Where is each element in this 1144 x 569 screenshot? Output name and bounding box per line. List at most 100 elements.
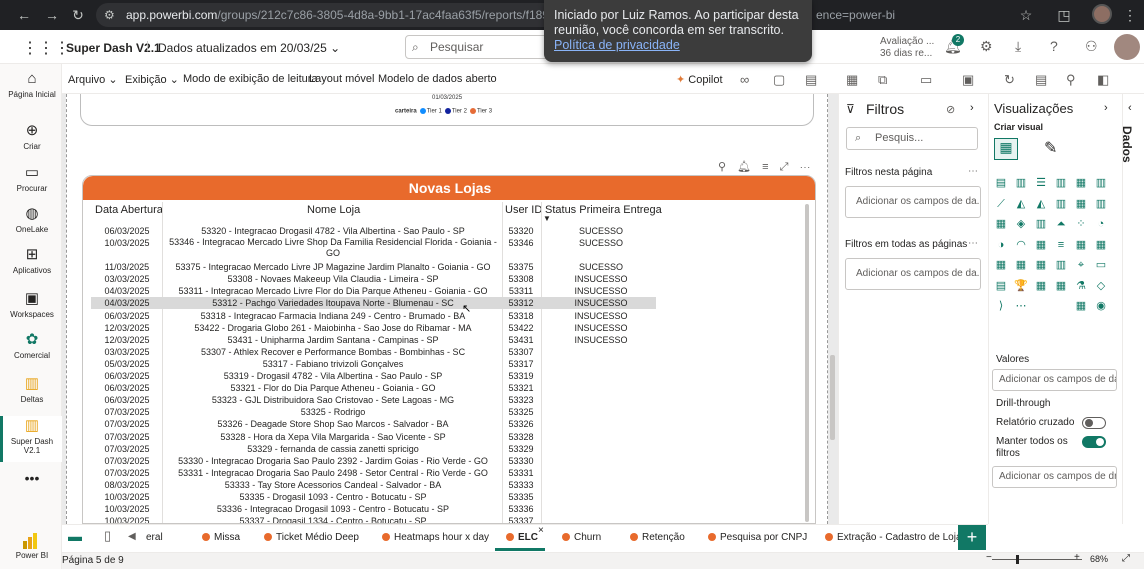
binoculars-icon[interactable]: ∞	[740, 72, 749, 87]
table-row[interactable]: 04/03/2025 53311 - Integracao Mercado Liv…	[91, 285, 656, 297]
rail-comercial[interactable]: ✿ Comercial	[4, 331, 60, 360]
visual-type-icon[interactable]: ◑	[994, 239, 1008, 251]
table-row[interactable]: 07/03/2025 53325 - Rodrigo 53325	[91, 406, 656, 418]
table-row[interactable]: 06/03/2025 53319 - Drogasil 4782 - Vila A…	[91, 370, 656, 382]
privacy-policy-link[interactable]: Política de privacidade	[554, 38, 680, 52]
back-icon[interactable]: ←	[14, 5, 34, 25]
visual-copy-icon[interactable]: ⧉	[878, 72, 887, 88]
visual-type-icon[interactable]: ☰	[1034, 177, 1048, 189]
visual-type-icon[interactable]: ◉	[1094, 300, 1108, 312]
page-tab[interactable]: Churn	[562, 532, 601, 543]
pin-icon[interactable]: ⚲	[1066, 72, 1076, 88]
table-row[interactable]: 07/03/2025 53331 - Integracao Drogaria Sa…	[91, 467, 656, 479]
rail-deltas[interactable]: ▥ Deltas	[4, 375, 60, 404]
table-row[interactable]: 06/03/2025 53320 - Integracao Drogasil 47…	[91, 225, 656, 237]
bookmark-icon[interactable]: ▦	[846, 72, 858, 88]
visual-type-icon[interactable]: ⚗	[1074, 280, 1088, 292]
visual-type-icon[interactable]: 🏆	[1014, 280, 1028, 292]
visual-type-icon[interactable]: ⟩	[994, 300, 1008, 312]
page-tab[interactable]: Ticket Médio Deep	[264, 532, 359, 543]
visual-type-icon[interactable]: ▦	[994, 218, 1008, 230]
site-info-icon[interactable]: ⚙	[104, 3, 115, 27]
rail-browse[interactable]: ▭ Procurar	[4, 164, 60, 193]
rail-more-icon[interactable]: •••	[4, 471, 60, 485]
visual-type-icon[interactable]: ▦	[1094, 239, 1108, 251]
bookmark-star-icon[interactable]: ☆	[1016, 5, 1036, 25]
table-row[interactable]: 10/03/2025 53346 - Integracao Mercado Liv…	[91, 237, 656, 261]
visual-type-icon[interactable]: ▥	[1054, 177, 1068, 189]
table-row[interactable]: 06/03/2025 53323 - GJL Distribuidora Sao …	[91, 394, 656, 406]
visual-type-icon[interactable]: ▥	[1014, 177, 1028, 189]
table-row[interactable]: 07/03/2025 53329 - fernanda de cassia zan…	[91, 443, 656, 455]
zoom-slider-thumb[interactable]	[1016, 555, 1019, 564]
settings-gear-icon[interactable]: ⚙	[980, 38, 993, 55]
table-row[interactable]: 10/03/2025 53336 - Integracao Drogasil 10…	[91, 503, 656, 515]
filters-search-input[interactable]: ⌕ Pesquis...	[846, 127, 978, 150]
reload-icon[interactable]: ↻	[68, 5, 88, 25]
format-visual-icon[interactable]: ✎	[1044, 138, 1057, 158]
novas-lojas-table-visual[interactable]: Novas Lojas Data Abertura Nome Loja User…	[82, 175, 816, 524]
table-row[interactable]: 06/03/2025 53321 - Flor do Dia Parque Ath…	[91, 382, 656, 394]
table-row[interactable]: 05/03/2025 53317 - Fabiano trivizoli Gonç…	[91, 358, 656, 370]
visual-type-icon[interactable]: ⏶	[1054, 218, 1068, 230]
share-feedback-icon[interactable]: ⚇	[1085, 38, 1098, 55]
table-row[interactable]: 12/03/2025 53422 - Drogaria Globo 261 - M…	[91, 322, 656, 334]
table-row[interactable]: 06/03/2025 53318 - Integracao Farmacia In…	[91, 310, 656, 322]
focus-mode-icon[interactable]: ⤢	[780, 161, 789, 173]
visual-type-icon[interactable]: ≡	[1054, 239, 1068, 251]
table-scrollbar[interactable]	[805, 204, 809, 522]
canvas-scrollbar[interactable]	[830, 355, 835, 440]
visual-type-icon[interactable]: ▥	[1094, 198, 1108, 210]
present-icon[interactable]: ▭	[920, 72, 932, 88]
visual-type-icon[interactable]: ▦	[1074, 177, 1088, 189]
pin-visual-icon[interactable]: ⚲	[718, 161, 726, 173]
page-tab[interactable]: Missa	[202, 532, 240, 543]
rail-super-dash[interactable]: ▥ Super Dash V2.1	[4, 417, 60, 455]
visual-type-icon[interactable]: ▭	[1094, 259, 1108, 271]
hide-filters-icon[interactable]: ⊘	[946, 103, 955, 116]
visual-type-icon[interactable]: ⟋	[994, 198, 1008, 210]
visual-type-icon[interactable]: ▦	[1034, 239, 1048, 251]
table-row[interactable]: 03/03/2025 53307 - Athlex Recover e Perfo…	[91, 346, 656, 358]
data-pane-label[interactable]: Dados	[1120, 126, 1134, 163]
table-row[interactable]: 07/03/2025 53328 - Hora da Xepa Vila Marg…	[91, 431, 656, 443]
visual-type-icon[interactable]: ▦	[1074, 198, 1088, 210]
table-row[interactable]: 10/03/2025 53337 - Drogasil 1334 - Centro…	[91, 515, 656, 523]
data-updated-dropdown[interactable]: Dados atualizados em 20/03/25 ⌄	[158, 41, 340, 55]
forward-icon[interactable]: →	[42, 5, 62, 25]
mobile-view-icon[interactable]: ▯	[104, 528, 111, 544]
tabs-scroll-left-icon[interactable]: ◀	[128, 531, 136, 542]
column-header[interactable]: Nome Loja	[307, 204, 360, 216]
visual-type-icon[interactable]: ▤	[994, 280, 1008, 292]
browser-menu-icon[interactable]: ⋮	[1120, 5, 1140, 25]
build-visual-icon[interactable]: ▦	[994, 138, 1018, 160]
export-icon[interactable]: ▣	[962, 72, 974, 88]
filters-page-well[interactable]: Adicionar os campos de da...	[845, 186, 981, 218]
visual-type-icon[interactable]: ⋯	[1014, 300, 1028, 312]
visual-type-icon[interactable]: ▦	[1074, 300, 1088, 312]
visual-type-icon[interactable]: ▥	[1034, 218, 1048, 230]
visual-type-icon[interactable]: ◈	[1014, 218, 1028, 230]
download-icon[interactable]: ⤓	[1015, 38, 1021, 55]
visual-type-icon[interactable]: ▦	[1074, 239, 1088, 251]
visual-type-icon[interactable]: ▦	[1014, 259, 1028, 271]
page-tab-active[interactable]: ELC	[506, 532, 538, 543]
filters-all-well[interactable]: Adicionar os campos de da...	[845, 258, 981, 290]
extensions-icon[interactable]: ◳	[1054, 5, 1074, 25]
zoom-out-icon[interactable]: −	[986, 552, 992, 563]
visual-type-icon[interactable]: ▤	[994, 177, 1008, 189]
rail-create[interactable]: ⊕ Criar	[4, 122, 60, 151]
table-row[interactable]: 10/03/2025 53335 - Drogasil 1093 - Centro…	[91, 491, 656, 503]
table-row[interactable]: 07/03/2025 53326 - Deagade Store Shop Sao…	[91, 418, 656, 430]
visual-type-icon[interactable]: ▥	[1054, 259, 1068, 271]
visual-type-icon[interactable]: ▦	[1034, 280, 1048, 292]
page-tab[interactable]: Pesquisa por CNPJ	[708, 532, 807, 543]
table-row[interactable]: 08/03/2025 53333 - Tay Store Acessorios C…	[91, 479, 656, 491]
collapse-pane-icon[interactable]: ›	[970, 102, 974, 114]
more-options-icon[interactable]: ⋯	[968, 166, 978, 177]
save-icon[interactable]: ▤	[1035, 72, 1047, 88]
visual-type-icon[interactable]: ◭	[1034, 198, 1048, 210]
visual-type-icon[interactable]: ◇	[1094, 280, 1108, 292]
more-options-icon[interactable]: ⋯	[800, 161, 811, 173]
visual-type-icon[interactable]: ▦	[994, 259, 1008, 271]
